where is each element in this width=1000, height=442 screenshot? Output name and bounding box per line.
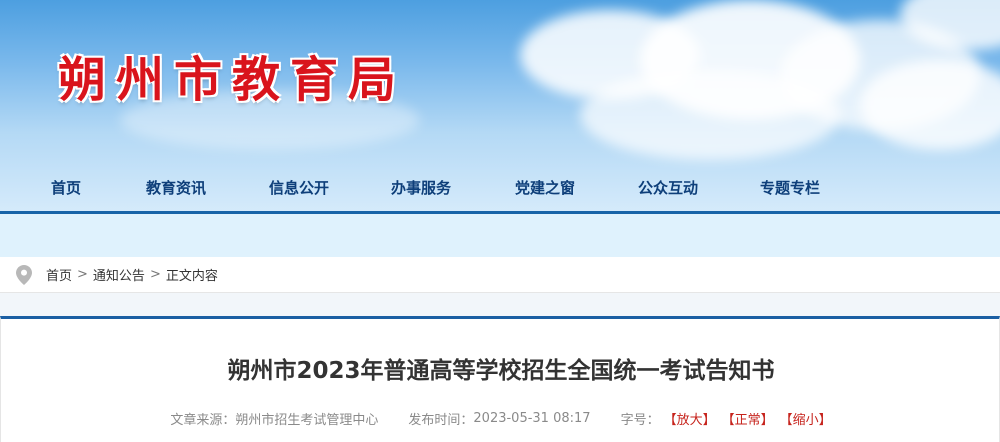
nav-item-education-news[interactable]: 教育资讯: [112, 177, 240, 198]
sky-cloud: [580, 70, 840, 160]
date-label: 发布时间：: [408, 413, 474, 428]
breadcrumb-current: 正文内容: [165, 269, 218, 284]
article-panel: 朔州市2023年普通高等学校招生全国统一考试告知书 文章来源： 朔州市招生考试管…: [0, 316, 1000, 442]
main-nav: 首页 教育资讯 信息公开 办事服务 党建之窗 公众互动 专题专栏: [0, 164, 1000, 210]
nav-item-public-interaction[interactable]: 公众互动: [606, 177, 730, 198]
breadcrumb: 首页 > 通知公告 > 正文内容: [0, 257, 1000, 293]
nav-item-party-building[interactable]: 党建之窗: [484, 177, 606, 198]
section-gap: [0, 293, 1000, 316]
nav-item-info-disclosure[interactable]: 信息公开: [240, 177, 358, 198]
font-size-small-button[interactable]: 【缩小】: [780, 409, 832, 428]
breadcrumb-separator: >: [77, 267, 88, 282]
source-value: 朔州市招生考试管理中心: [235, 413, 379, 428]
nav-item-home[interactable]: 首页: [20, 177, 112, 198]
nav-spacer-band: [0, 214, 1000, 257]
breadcrumb-home[interactable]: 首页: [46, 265, 72, 284]
nav-item-special-topics[interactable]: 专题专栏: [730, 177, 850, 198]
article-meta: 文章来源： 朔州市招生考试管理中心 发布时间： 2023-05-31 08:17…: [1, 409, 1000, 428]
font-size-normal-button[interactable]: 【正常】: [722, 409, 774, 428]
source-label: 文章来源：: [170, 413, 236, 428]
font-size-large-button[interactable]: 【放大】: [664, 409, 716, 428]
date-value: 2023-05-31 08:17: [473, 411, 591, 426]
sky-cloud: [860, 60, 1000, 150]
location-pin-icon: [16, 264, 32, 285]
breadcrumb-notices[interactable]: 通知公告: [93, 265, 145, 284]
site-title: 朔州市教育局: [58, 52, 407, 108]
breadcrumb-separator: >: [149, 267, 161, 282]
article-title: 朔州市2023年普通高等学校招生全国统一考试告知书: [227, 358, 775, 384]
font-size-label: 字号：: [620, 413, 660, 428]
nav-item-services[interactable]: 办事服务: [358, 177, 484, 198]
